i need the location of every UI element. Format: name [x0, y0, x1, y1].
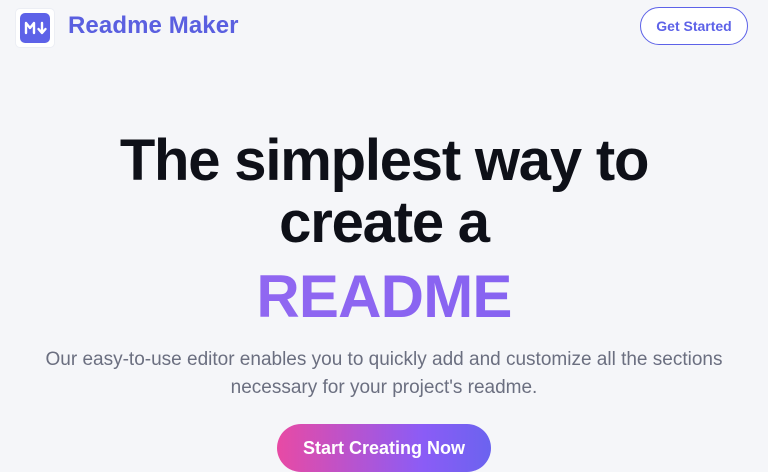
- brand-name[interactable]: Readme Maker: [68, 12, 239, 40]
- hero-title-line-2: create a: [279, 190, 490, 255]
- markdown-icon: [20, 13, 50, 43]
- hero-section: The simplest way to create a README Our …: [0, 130, 768, 402]
- hero-subtitle: Our easy-to-use editor enables you to qu…: [45, 349, 723, 398]
- get-started-button[interactable]: Get Started: [640, 7, 748, 45]
- logo-badge[interactable]: [16, 9, 54, 47]
- top-navigation-bar: Readme Maker Get Started: [0, 0, 768, 58]
- hero-title-line-1: The simplest way to: [119, 128, 650, 193]
- start-creating-button[interactable]: Start Creating Now: [277, 424, 491, 472]
- hero-title: The simplest way to create a: [0, 130, 768, 254]
- hero-accent-word: README: [0, 262, 768, 332]
